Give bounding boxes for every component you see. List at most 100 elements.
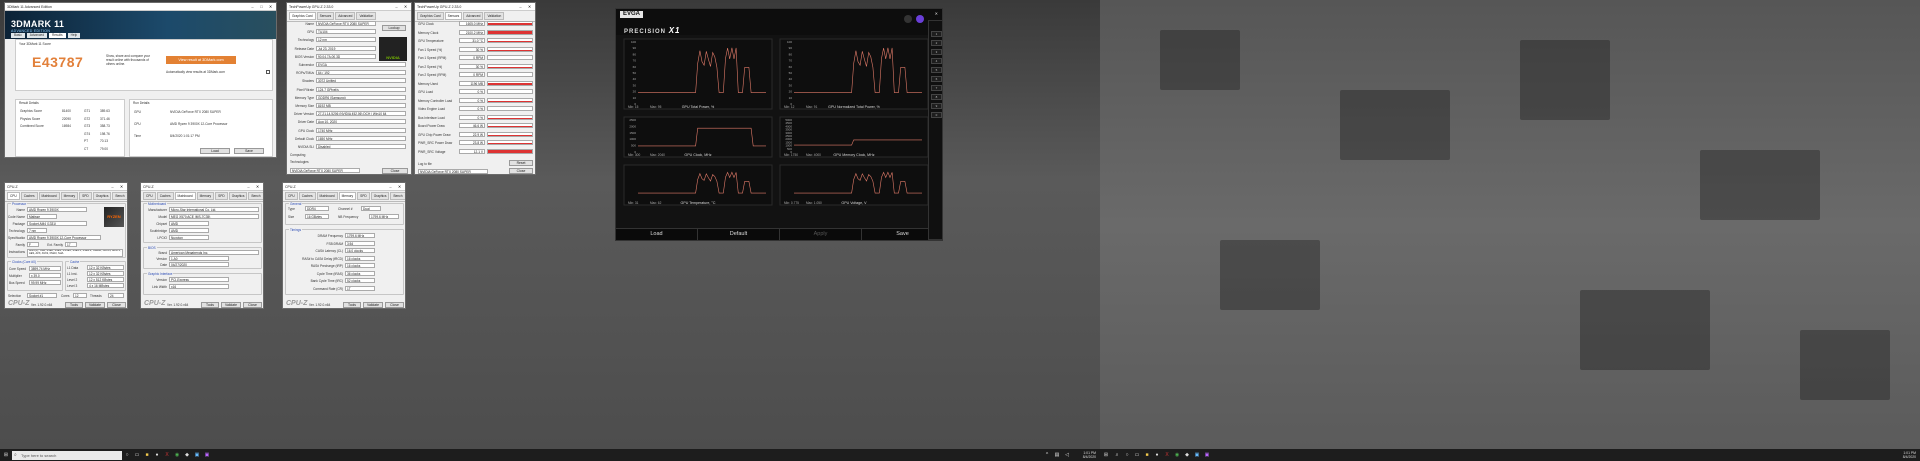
search-input[interactable]: ⌕ Type here to search [12, 450, 122, 460]
start-icon[interactable]: ⊞ [0, 450, 12, 460]
close-button[interactable]: Close [107, 302, 126, 308]
tab-mainboard[interactable]: Mainboard [174, 192, 196, 200]
tray-chevron-icon[interactable]: ^ [1042, 450, 1052, 460]
chrome-icon[interactable]: ◉ [1172, 450, 1182, 460]
default-button[interactable]: Default [698, 229, 780, 240]
validate-button[interactable]: Validate [85, 302, 105, 308]
tab-graphics-card[interactable]: Graphics Card [417, 12, 444, 20]
tab-caches[interactable]: Caches [298, 192, 316, 200]
gpu-select-icon[interactable] [916, 15, 924, 23]
close-button[interactable]: Close [243, 302, 262, 308]
steam-icon[interactable]: ● [1152, 450, 1162, 460]
tab-graphics-card[interactable]: Graphics Card [289, 12, 316, 20]
minimize-icon[interactable]: – [109, 183, 116, 191]
tab-memory[interactable]: Memory [338, 192, 357, 200]
minimize-icon[interactable]: – [387, 183, 394, 191]
tab-bench[interactable]: Bench [112, 192, 127, 200]
socket-select[interactable]: Socket #1 [27, 293, 57, 298]
profile-button[interactable]: 6 [931, 76, 942, 82]
load-button[interactable]: Load [200, 148, 230, 154]
start-icon[interactable]: ⊞ [1100, 450, 1112, 460]
profile-button[interactable]: 8 [931, 94, 942, 100]
minimize-icon[interactable]: – [393, 3, 400, 11]
tab-advanced[interactable]: Advanced [26, 33, 47, 38]
validate-button[interactable]: Validate [221, 302, 241, 308]
tab-bench[interactable]: Bench [248, 192, 263, 200]
tab-advanced[interactable]: Advanced [463, 12, 484, 20]
task-view-icon[interactable]: ▭ [1132, 450, 1142, 460]
steam-icon[interactable]: ● [152, 450, 162, 460]
minimize-icon[interactable]: – [517, 3, 524, 11]
log-to-file-checkbox[interactable]: Log to file [418, 162, 432, 166]
3dmark-taskbar-icon[interactable]: ◆ [182, 450, 192, 460]
cortana-icon[interactable]: ○ [1122, 450, 1132, 460]
close-icon[interactable]: ✕ [402, 3, 409, 11]
profile-button[interactable]: 3 [931, 49, 942, 55]
tab-spd[interactable]: SPD [79, 192, 92, 200]
minimize-icon[interactable]: – [249, 3, 256, 11]
gpuz-taskbar-icon[interactable]: ▣ [192, 450, 202, 460]
tab-sensors[interactable]: Sensors [444, 12, 463, 20]
device-select[interactable]: NVIDIA GeForce RTX 2080 SUPER [290, 168, 360, 173]
tab-basic[interactable]: Basic [11, 33, 25, 38]
validate-button[interactable]: Validate [363, 302, 383, 308]
auto-view-checkbox[interactable] [266, 70, 270, 74]
load-button[interactable]: Load [616, 229, 698, 240]
close-icon[interactable]: ✕ [267, 3, 274, 11]
search-icon[interactable]: ⌕ [1112, 450, 1122, 460]
tab-mainboard[interactable]: Mainboard [316, 192, 338, 200]
tab-validation[interactable]: Validation [356, 12, 377, 20]
tab-cpu[interactable]: CPU [285, 192, 298, 200]
profile-button[interactable]: 7 [931, 85, 942, 91]
tab-memory[interactable]: Memory [60, 192, 79, 200]
apply-button[interactable]: Apply [780, 229, 862, 240]
tab-cpu[interactable]: CPU [143, 192, 156, 200]
close-icon[interactable]: ✕ [526, 3, 533, 11]
close-button[interactable]: Close [509, 168, 533, 174]
profile-button[interactable]: 2 [931, 40, 942, 46]
tab-help[interactable]: Help [67, 33, 81, 38]
tools-button[interactable]: Tools [343, 302, 361, 308]
tab-memory[interactable]: Memory [196, 192, 215, 200]
view-online-button[interactable]: View result at 3DMark.com [166, 56, 236, 64]
tab-mainboard[interactable]: Mainboard [38, 192, 60, 200]
reset-button[interactable]: Reset [509, 160, 533, 166]
tab-validation[interactable]: Validation [484, 12, 505, 20]
clock[interactable]: 1:01 PM 8/4/2020 [1072, 451, 1096, 459]
file-explorer-icon[interactable]: ■ [142, 450, 152, 460]
close-icon[interactable]: ✕ [396, 183, 403, 191]
tab-results[interactable]: Results [48, 33, 66, 38]
tools-button[interactable]: Tools [65, 302, 83, 308]
device-select[interactable]: NVIDIA GeForce RTX 2080 SUPER [418, 169, 488, 174]
chrome-icon[interactable]: ◉ [172, 450, 182, 460]
profile-button[interactable]: 4 [931, 58, 942, 64]
file-explorer-icon[interactable]: ■ [1142, 450, 1152, 460]
tab-advanced[interactable]: Advanced [335, 12, 356, 20]
tab-caches[interactable]: Caches [20, 192, 38, 200]
profile-button[interactable]: 1 [931, 31, 942, 37]
lookup-button[interactable]: Lookup [382, 25, 406, 31]
profile-button[interactable]: 5 [931, 67, 942, 73]
save-button[interactable]: Save [234, 148, 264, 154]
tab-bench[interactable]: Bench [390, 192, 405, 200]
close-icon[interactable]: ✕ [118, 183, 125, 191]
minimize-icon[interactable]: – [245, 183, 252, 191]
3dmark-taskbar-icon[interactable]: ◆ [1182, 450, 1192, 460]
tab-sensors[interactable]: Sensors [316, 12, 335, 20]
cortana-icon[interactable]: ○ [122, 450, 132, 460]
tab-caches[interactable]: Caches [156, 192, 174, 200]
network-icon[interactable]: ▤ [1052, 450, 1062, 460]
cpuz-taskbar-icon[interactable]: ▣ [1202, 450, 1212, 460]
profile-button[interactable]: 0 [931, 112, 942, 118]
volume-icon[interactable]: ◁ [1062, 450, 1072, 460]
gpuz-taskbar-icon[interactable]: ▣ [1192, 450, 1202, 460]
clock[interactable]: 1:01 PM 8/4/2020 [1892, 451, 1916, 459]
precision-x1-taskbar-icon[interactable]: X [1162, 450, 1172, 460]
task-view-icon[interactable]: ▭ [132, 450, 142, 460]
precision-x1-taskbar-icon[interactable]: X [162, 450, 172, 460]
cpuz-taskbar-icon[interactable]: ▣ [202, 450, 212, 460]
close-button[interactable]: Close [385, 302, 404, 308]
close-button[interactable]: Close [382, 168, 408, 174]
tab-spd[interactable]: SPD [215, 192, 228, 200]
profile-button[interactable]: 9 [931, 103, 942, 109]
